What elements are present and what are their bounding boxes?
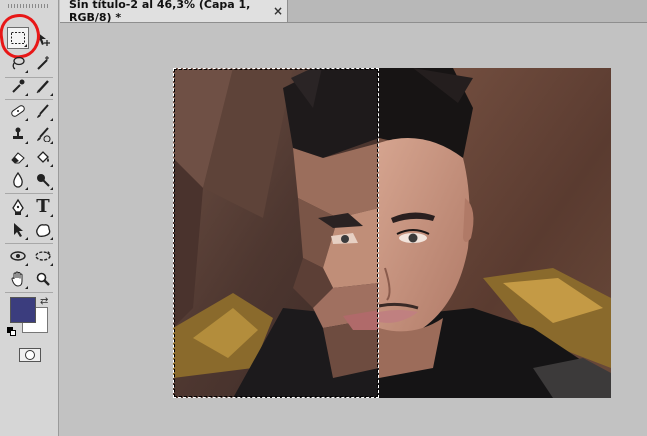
brush-icon	[37, 104, 49, 118]
document-tab-title: Sin título-2 al 46,3% (Capa 1, RGB/8) *	[69, 0, 251, 24]
magic-wand-icon	[37, 56, 49, 70]
shape-icon	[36, 224, 51, 237]
paint-bucket-tool[interactable]	[32, 146, 54, 168]
lasso-icon	[12, 56, 25, 70]
eyedropper-icon	[12, 79, 25, 93]
tools-panel: T ⇄	[0, 0, 59, 436]
quick-mask-icon	[25, 350, 35, 360]
document-tab-bar: Sin título-2 al 46,3% (Capa 1, RGB/8) * …	[60, 0, 647, 24]
marquee-selection	[173, 68, 379, 398]
type-icon: T	[36, 196, 50, 217]
bandage-icon	[11, 105, 25, 117]
eraser-icon	[11, 152, 25, 164]
close-tab-icon[interactable]: ×	[273, 4, 283, 18]
eyedropper-tool[interactable]	[7, 75, 29, 97]
arrow-icon	[14, 223, 23, 237]
history-brush-tool[interactable]	[32, 123, 54, 145]
history-brush-icon	[37, 127, 51, 142]
foreground-color-swatch[interactable]	[10, 297, 36, 323]
document-tab[interactable]: Sin título-2 al 46,3% (Capa 1, RGB/8) *	[60, 0, 288, 24]
zoom-tool[interactable]	[32, 268, 54, 290]
hand-icon	[11, 271, 23, 287]
blur-tool[interactable]	[7, 169, 29, 191]
panel-grip[interactable]	[8, 4, 50, 8]
eraser-tool[interactable]	[7, 146, 29, 168]
pen-tool[interactable]	[7, 196, 29, 218]
bucket-icon	[37, 151, 49, 163]
zoom-icon	[36, 272, 50, 286]
stamp-icon	[13, 127, 23, 139]
type-tool[interactable]: T	[32, 196, 54, 218]
hand-tool[interactable]	[7, 268, 29, 290]
dodge-icon	[37, 174, 50, 187]
brush-tool[interactable]	[32, 100, 54, 122]
clone-stamp-tool[interactable]	[7, 123, 29, 145]
dodge-tool[interactable]	[32, 169, 54, 191]
lasso-tool[interactable]	[7, 52, 29, 74]
swap-colors-icon[interactable]: ⇄	[40, 296, 48, 307]
brush-tool-alt[interactable]	[32, 75, 54, 97]
custom-shape-tool[interactable]	[32, 219, 54, 241]
droplet-icon	[13, 172, 23, 188]
pen-icon	[12, 198, 24, 215]
3d-rotate-tool[interactable]	[7, 245, 29, 267]
default-colors-icon[interactable]	[7, 327, 16, 336]
path-selection-tool[interactable]	[7, 219, 29, 241]
orbit-3d-icon	[35, 251, 51, 261]
rotate-3d-icon	[10, 251, 26, 261]
pencil-icon	[36, 80, 49, 94]
3d-orbit-tool[interactable]	[32, 245, 54, 267]
healing-brush-tool[interactable]	[7, 100, 29, 122]
quick-mask-button[interactable]	[19, 348, 41, 362]
magic-wand-tool[interactable]	[32, 52, 54, 74]
